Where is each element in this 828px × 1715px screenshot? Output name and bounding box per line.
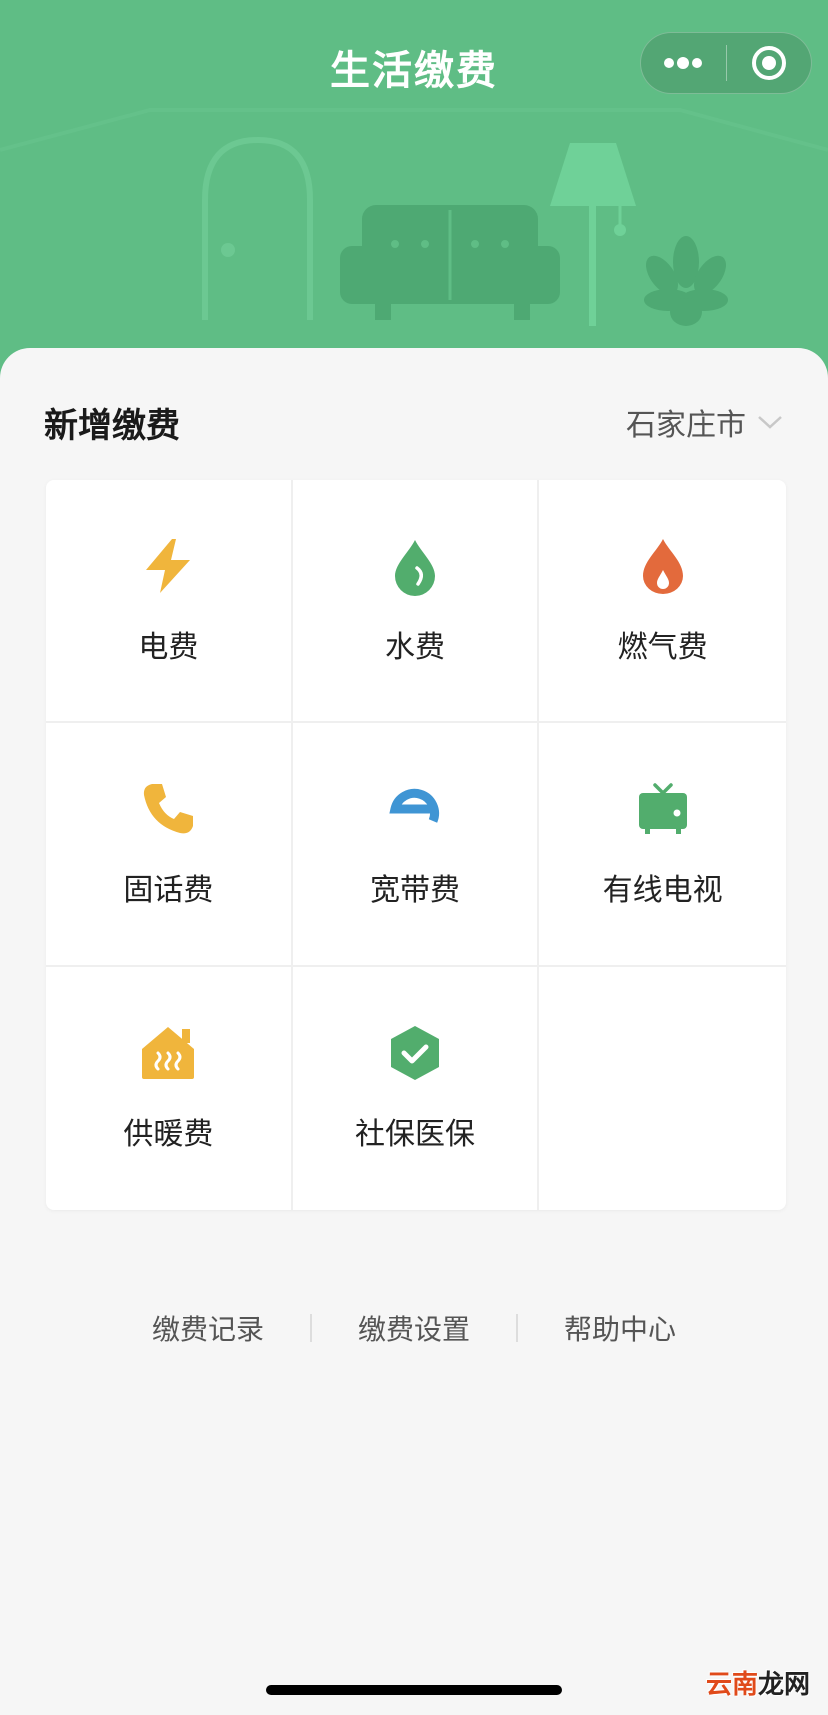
city-label: 石家庄市: [626, 408, 746, 443]
service-label: 电费: [138, 629, 199, 665]
service-grid: 电费 水费 燃气费 固话费 宽带费 有线电视 供暖费 社保医保: [46, 480, 786, 1210]
broadband-e-icon: [385, 779, 445, 839]
service-social-insurance[interactable]: 社保医保: [293, 966, 540, 1210]
service-label: 燃气费: [617, 629, 708, 665]
water-drop-icon: [385, 536, 445, 596]
more-button[interactable]: [641, 32, 726, 94]
service-heating[interactable]: 供暖费: [46, 966, 293, 1210]
service-label: 宽带费: [369, 872, 460, 908]
lightning-icon: [138, 536, 198, 596]
service-cable-tv[interactable]: 有线电视: [539, 723, 786, 967]
close-miniprogram-button[interactable]: [727, 32, 812, 94]
service-water[interactable]: 水费: [292, 480, 540, 724]
service-landline[interactable]: 固话费: [46, 723, 293, 967]
footer-links: 缴费记录 缴费设置 帮助中心: [0, 1308, 828, 1348]
help-center-link[interactable]: 帮助中心: [518, 1308, 722, 1348]
service-broadband[interactable]: 宽带费: [292, 723, 540, 967]
section-title: 新增缴费: [44, 406, 180, 446]
service-electricity[interactable]: 电费: [46, 480, 293, 724]
tv-icon: [633, 779, 693, 839]
phone-icon: [138, 779, 198, 839]
service-label: 有线电视: [602, 872, 723, 908]
watermark-part2: 龙网: [757, 1670, 810, 1699]
watermark-part1: 云南: [705, 1670, 758, 1699]
chevron-down-icon: [758, 416, 782, 429]
more-dots-icon: [664, 57, 703, 69]
home-indicator[interactable]: [266, 1685, 562, 1695]
city-selector[interactable]: 石家庄市: [626, 400, 784, 444]
heating-house-icon: [138, 1023, 198, 1083]
service-gas[interactable]: 燃气费: [539, 480, 786, 724]
watermark: 云南龙网: [706, 1664, 810, 1701]
service-label: 水费: [384, 629, 445, 665]
service-label: 社保医保: [354, 1117, 475, 1153]
payment-settings-link[interactable]: 缴费设置: [312, 1308, 516, 1348]
service-label: 固话费: [123, 872, 214, 908]
service-label: 供暖费: [123, 1117, 214, 1153]
header-banner: 生活缴费: [0, 0, 828, 380]
miniprogram-capsule: [640, 32, 812, 94]
empty-tile: [539, 967, 786, 1210]
payment-records-link[interactable]: 缴费记录: [106, 1308, 310, 1348]
target-circle-icon: [751, 46, 786, 80]
shield-check-icon: [385, 1023, 445, 1083]
flame-icon: [633, 536, 693, 596]
